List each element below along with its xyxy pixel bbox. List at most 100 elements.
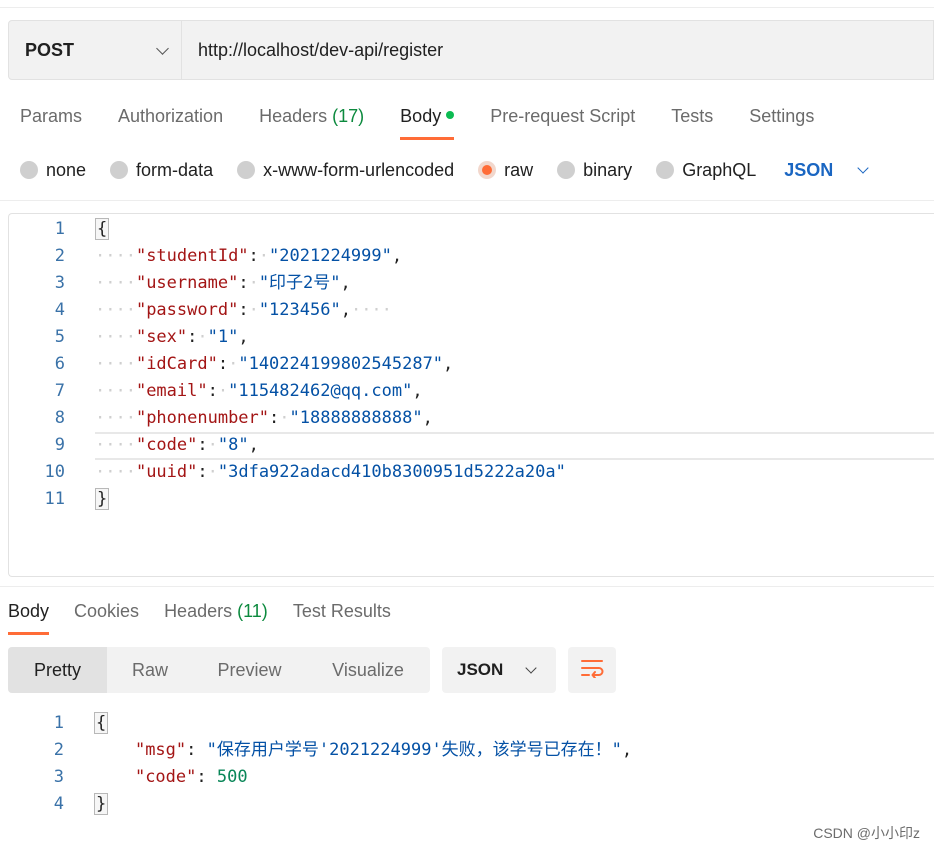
radio-button[interactable] — [656, 161, 675, 179]
response-divider — [0, 586, 934, 587]
tab-label: Body — [8, 601, 50, 621]
body-type-urlencoded[interactable]: x-www-form-urlencoded — [237, 160, 454, 181]
code-token-ws: ···· — [95, 327, 136, 347]
response-tab-cookies[interactable]: Cookies — [74, 597, 139, 635]
word-wrap-button[interactable] — [568, 647, 616, 693]
body-indicator-dot — [446, 111, 455, 119]
line-number: 2 — [53, 740, 64, 760]
response-tab-headers[interactable]: Headers (11) — [164, 597, 268, 635]
view-mode-preview[interactable]: Preview — [193, 647, 306, 693]
method-select[interactable]: POST — [9, 21, 182, 79]
view-mode-raw[interactable]: Raw — [107, 647, 193, 693]
code-line: 5 ····"sex":·"1", — [9, 324, 934, 351]
code-token-ws: · — [217, 381, 229, 401]
line-number: 6 — [54, 354, 65, 374]
tab-pre-request-script[interactable]: Pre-request Script — [490, 100, 635, 140]
code-token-key: "code" — [134, 767, 197, 787]
code-token-str: "1" — [207, 327, 239, 347]
request-body-editor[interactable]: 1{2 ····"studentId":·"2021224999", 3 ····"u… — [8, 213, 934, 577]
code-text: ····"code":·"8", — [95, 432, 259, 459]
radio-label: GraphQL — [682, 159, 757, 180]
radio-label: x-www-form-urlencoded — [263, 159, 455, 180]
tab-body[interactable]: Body — [400, 100, 455, 140]
line-number: 3 — [53, 767, 64, 787]
url-input[interactable]: http://localhost/dev-api/register — [182, 40, 443, 61]
code-token-key: "sex" — [135, 327, 188, 347]
code-token-str: "18888888888" — [289, 408, 423, 428]
code-token-punc: , — [340, 273, 351, 293]
code-line: 3 "code": 500 — [8, 764, 934, 791]
tab-label: Test Results — [292, 601, 391, 621]
code-token-ws — [94, 767, 135, 787]
code-token-punc: : — [197, 462, 208, 482]
line-number: 5 — [54, 327, 65, 347]
radio-button-selected[interactable] — [478, 161, 497, 179]
code-token-brace: } — [94, 793, 109, 815]
code-token-punc: , — [443, 354, 454, 374]
code-token-str: "140224199802545287" — [238, 354, 444, 374]
line-number: 4 — [54, 300, 65, 320]
tab-headers[interactable]: Headers (17) — [259, 100, 364, 140]
view-mode-visualize[interactable]: Visualize — [306, 647, 430, 693]
line-number: 4 — [53, 794, 64, 814]
current-line-highlight — [95, 458, 934, 460]
tab-settings[interactable]: Settings — [749, 100, 814, 140]
method-label: POST — [25, 39, 75, 60]
tab-label: Headers — [259, 106, 328, 126]
radio-button[interactable] — [20, 161, 38, 179]
body-type-binary[interactable]: binary — [557, 160, 632, 181]
body-type-form-data[interactable]: form-data — [110, 160, 213, 181]
code-token-str: "115482462@qq.com" — [228, 381, 413, 401]
code-token-str: "8" — [217, 435, 249, 455]
code-token-key: "idCard" — [135, 354, 218, 374]
code-text: ····"username":·"印子2号", — [95, 270, 351, 297]
body-type-none[interactable]: none — [20, 160, 86, 181]
radio-button[interactable] — [557, 161, 576, 179]
code-token-punc: , — [340, 300, 351, 320]
code-token-key: "phonenumber" — [135, 408, 270, 428]
code-text: ····"studentId":·"2021224999", — [95, 243, 402, 270]
chevron-down-icon — [525, 662, 537, 674]
tab-authorization[interactable]: Authorization — [118, 100, 223, 140]
response-tab-test-results[interactable]: Test Results — [293, 597, 391, 635]
code-token-punc: : — [186, 740, 207, 760]
code-token-ws: ···· — [95, 381, 136, 401]
tab-tests[interactable]: Tests — [671, 100, 713, 140]
response-tab-body[interactable]: Body — [8, 597, 50, 635]
word-wrap-icon — [580, 658, 604, 683]
line-number: 11 — [44, 489, 65, 509]
code-token-str: "保存用户学号'2021224999'失败，该学号已存在！" — [206, 740, 622, 760]
body-type-graphql[interactable]: GraphQL — [656, 160, 756, 181]
code-token-punc: : — [248, 246, 259, 266]
response-format-select[interactable]: JSON — [442, 647, 556, 693]
code-token-key: "password" — [135, 300, 239, 320]
code-token-ws: · — [248, 273, 259, 293]
code-text: ····"idCard":·"140224199802545287", — [95, 351, 453, 378]
code-line: 9 ····"code":·"8", — [9, 432, 934, 459]
tab-label: Authorization — [118, 106, 224, 126]
code-token-key: "uuid" — [135, 462, 198, 482]
response-tabs: Body Cookies Headers (11) Test Results — [8, 597, 416, 635]
code-text: { — [94, 710, 109, 737]
code-text: { — [95, 216, 110, 243]
tab-count: (17) — [332, 106, 365, 126]
code-token-punc: : — [269, 408, 280, 428]
radio-button[interactable] — [237, 161, 256, 179]
code-text: ····"sex":·"1", — [95, 324, 249, 351]
code-text: ····"phonenumber":·"18888888888", — [95, 405, 433, 432]
tab-params[interactable]: Params — [20, 100, 82, 140]
tab-label: Pre-request Script — [490, 106, 636, 126]
body-type-raw[interactable]: raw — [478, 160, 533, 181]
radio-button[interactable] — [110, 161, 129, 179]
view-mode-pretty[interactable]: Pretty — [8, 647, 107, 693]
raw-format-select[interactable]: JSON — [784, 160, 869, 181]
code-line: 1{ — [9, 216, 934, 243]
line-number: 8 — [54, 408, 65, 428]
code-token-ws: · — [228, 354, 239, 374]
body-type-selector: none form-data x-www-form-urlencoded raw… — [20, 155, 869, 185]
code-token-ws: ···· — [95, 435, 136, 455]
radio-label: form-data — [136, 159, 214, 180]
view-mode-segmented-control: Pretty Raw Preview Visualize — [8, 647, 430, 693]
code-token-ws: ···· — [95, 273, 136, 293]
code-token-ws: · — [207, 435, 218, 455]
